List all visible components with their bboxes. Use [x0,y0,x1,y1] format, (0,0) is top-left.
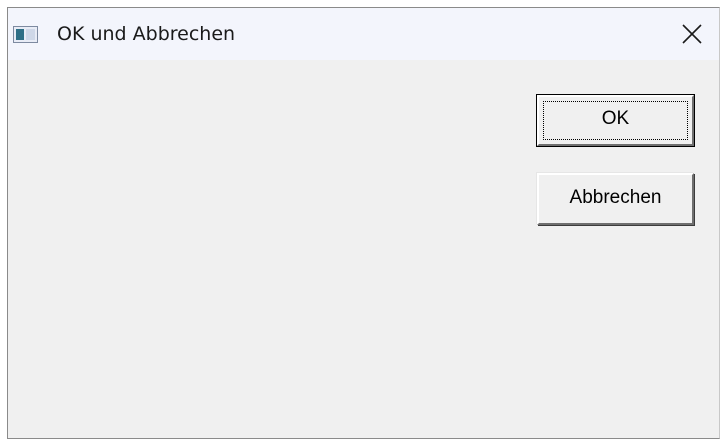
cancel-button-label: Abbrechen [569,187,662,208]
title-bar[interactable]: OK und Abbrechen [8,8,719,60]
window-title: OK und Abbrechen [57,23,236,45]
close-icon [682,24,702,44]
dialog-window: OK und Abbrechen OK Abbrechen [7,7,720,439]
focus-rectangle [543,101,688,140]
cancel-button[interactable]: Abbrechen [537,173,694,225]
close-button[interactable] [667,8,719,60]
app-window-icon [13,26,38,43]
ok-button[interactable]: OK [536,94,695,147]
